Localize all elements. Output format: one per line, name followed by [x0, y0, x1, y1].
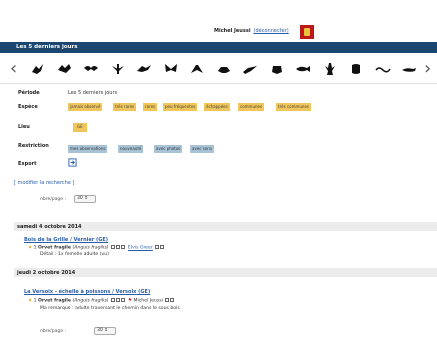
period-value[interactable]: Les 5 derniers jours: [68, 90, 117, 96]
species-name[interactable]: Orvet fragile: [38, 299, 71, 304]
observation-row: ★ 1 Orvet fragile (Anguis fragilis) ⚑ Mi…: [28, 298, 174, 304]
bird-icon[interactable]: [30, 62, 46, 76]
species-chip[interactable]: très rares: [113, 103, 137, 111]
grasshopper-icon[interactable]: [189, 62, 205, 76]
scroll-right-icon[interactable]: ›: [424, 58, 431, 79]
restriction-chip[interactable]: avec sons: [190, 145, 214, 153]
beetle-icon[interactable]: [216, 62, 232, 76]
edit-icon[interactable]: [159, 245, 164, 249]
restriction-chip[interactable]: avec photos: [154, 145, 183, 153]
info-icon[interactable]: [110, 298, 115, 302]
period-label: Période: [18, 90, 40, 96]
species-chip[interactable]: rares: [143, 103, 158, 111]
place-link[interactable]: Bois de la Grille / Vernier (GE): [24, 237, 108, 243]
scroll-left-icon[interactable]: ‹: [10, 58, 17, 79]
species-chip[interactable]: échappées: [204, 103, 230, 111]
star-icon: ★: [28, 245, 33, 251]
taxon-icon-strip: ‹ ›: [0, 56, 437, 84]
species-label: Espèce: [18, 104, 38, 110]
worm-icon[interactable]: [374, 62, 391, 76]
modify-search-link[interactable]: [ modifier la recherche ]: [14, 180, 74, 186]
per-page-label: nbre/page :: [40, 329, 66, 334]
user-name: Michel Jeussi: [214, 28, 251, 34]
header: Michel Jeussi (déconnecter): [0, 0, 437, 42]
user-bar: Michel Jeussi (déconnecter): [214, 28, 289, 34]
snail-icon[interactable]: [348, 62, 364, 76]
per-page-select[interactable]: 30 ⇕: [94, 327, 116, 335]
place-label: Lieu: [18, 124, 30, 130]
photo-icon[interactable]: [154, 245, 159, 249]
place-link[interactable]: La Versoix - échelle à poissons / Versoi…: [24, 289, 150, 295]
edit-icon[interactable]: [164, 298, 169, 302]
fish-icon[interactable]: [295, 62, 311, 76]
dragonfly-icon[interactable]: [110, 62, 126, 76]
bug-icon[interactable]: [269, 62, 285, 76]
restriction-label: Restriction: [18, 143, 49, 149]
page-title: Les 5 derniers jours: [0, 42, 437, 53]
slug-icon[interactable]: [401, 62, 417, 76]
observer-flag-icon: ⚑: [127, 298, 133, 304]
info-icon[interactable]: [110, 245, 115, 249]
star-icon: ★: [28, 298, 33, 304]
map-icon[interactable]: [115, 245, 120, 249]
observer-name: Michel Jeussi: [133, 298, 163, 304]
restriction-chip[interactable]: mes observations: [68, 145, 108, 153]
map-icon[interactable]: [115, 298, 120, 302]
observation-detail: Détail : 1x femelle adulte (vu): [40, 252, 109, 257]
species-chip[interactable]: peu fréquentes: [163, 103, 198, 111]
export-label: Export: [18, 161, 37, 167]
butterfly-icon[interactable]: [163, 62, 179, 76]
observer-link[interactable]: Elvis Greer: [128, 246, 153, 251]
export-icon[interactable]: [68, 158, 77, 167]
per-page-label: nbre/page :: [40, 197, 66, 202]
stats-icon[interactable]: [120, 298, 125, 302]
species-chip[interactable]: jamais observé: [68, 103, 103, 111]
date-header: jeudi 2 octobre 2014: [14, 268, 437, 277]
species-chip[interactable]: très communes: [276, 103, 311, 111]
bird-flying-icon[interactable]: [136, 62, 152, 76]
logout-link[interactable]: (déconnecter): [254, 28, 289, 34]
stats-icon[interactable]: [120, 245, 125, 249]
observation-row: ★ 1 Orvet fragile (Anguis fragilis) Elvi…: [28, 245, 164, 251]
canton-flag-icon: [300, 25, 314, 39]
per-page-select[interactable]: 30 ⇕: [74, 195, 96, 203]
species-name[interactable]: Orvet fragile: [38, 246, 71, 251]
delete-icon[interactable]: [169, 298, 174, 302]
bat-icon[interactable]: [83, 62, 99, 76]
observation-remark: Ma remarque : adulte traversant le chemi…: [40, 306, 180, 311]
place-chip[interactable]: GE: [73, 123, 87, 132]
crayfish-icon[interactable]: [322, 62, 338, 76]
cricket-icon[interactable]: [242, 62, 258, 76]
restriction-chip[interactable]: nouveauté: [118, 145, 144, 153]
raptor-icon[interactable]: [57, 62, 73, 76]
date-header: samedi 4 octobre 2014: [14, 222, 437, 231]
species-chip[interactable]: communes: [238, 103, 265, 111]
